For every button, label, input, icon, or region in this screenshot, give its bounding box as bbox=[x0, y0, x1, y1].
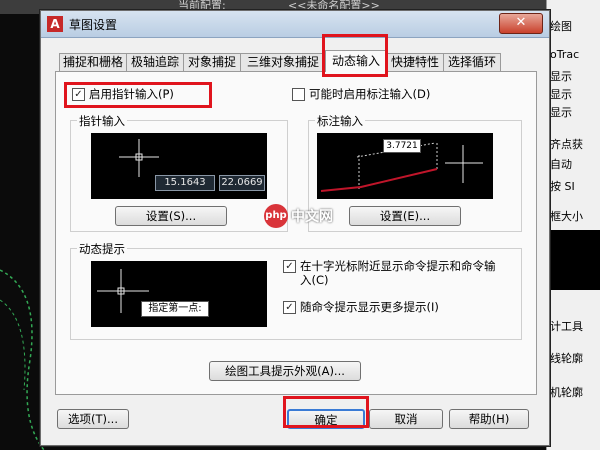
bg-item-11: 机轮廓 bbox=[550, 386, 583, 399]
enable-pointer-input-label: 启用指针输入(P) bbox=[89, 87, 174, 101]
bg-item-2: 显示 bbox=[550, 70, 572, 83]
drafting-settings-dialog: A 草图设置 ✕ 捕捉和栅格 极轴追踪 对象捕捉 三维对象捕捉 动态输入 快捷特… bbox=[40, 10, 550, 446]
autocad-icon: A bbox=[47, 16, 63, 32]
dynamic-input-panel: ✓ 启用指针输入(P) 可能时启用标注输入(D) 指针输入 15.1643 22… bbox=[55, 71, 537, 395]
show-near-crosshair-checkbox[interactable]: ✓ 在十字光标附近显示命令提示和命令输入(C) bbox=[283, 259, 503, 287]
options-button[interactable]: 选项(T)... bbox=[57, 409, 129, 429]
close-icon: ✕ bbox=[515, 15, 527, 30]
prompt-crosshair-icon bbox=[97, 269, 149, 313]
bg-item-5: 齐点获 bbox=[550, 138, 583, 151]
pointer-x-value: 15.1643 bbox=[155, 175, 215, 191]
background-options-panel: 绘图 oTrac 显示 显示 显示 齐点获 自动 按 SI 框大小 计工具 线轮… bbox=[546, 0, 600, 450]
bg-item-1: oTrac bbox=[550, 48, 580, 61]
dimension-input-preview: 3.7721 bbox=[317, 133, 493, 199]
pointer-y-value: 22.0669 bbox=[219, 175, 265, 191]
cancel-button[interactable]: 取消 bbox=[369, 409, 443, 429]
dynamic-prompts-legend: 动态提示 bbox=[77, 241, 127, 257]
bg-item-9: 计工具 bbox=[550, 320, 583, 333]
bg-item-4: 显示 bbox=[550, 106, 572, 119]
bg-item-10: 线轮廓 bbox=[550, 352, 583, 365]
checkbox-checked-icon: ✓ bbox=[283, 260, 296, 273]
enable-pointer-input-checkbox[interactable]: ✓ 启用指针输入(P) bbox=[72, 86, 174, 102]
enable-dimension-input-checkbox[interactable]: 可能时启用标注输入(D) bbox=[292, 86, 430, 102]
dimension-value: 3.7721 bbox=[383, 139, 421, 153]
enable-dimension-input-label: 可能时启用标注输入(D) bbox=[309, 87, 431, 101]
pointer-input-group: 指针输入 15.1643 22.0669 设置(S)... bbox=[70, 113, 288, 232]
pointer-input-preview: 15.1643 22.0669 bbox=[91, 133, 267, 199]
checkbox-checked-icon: ✓ bbox=[72, 87, 85, 101]
tab-quick-properties[interactable]: 快捷特性 bbox=[386, 53, 444, 71]
bg-item-7: 按 SI bbox=[550, 180, 575, 193]
help-button[interactable]: 帮助(H) bbox=[449, 409, 529, 429]
tab-selection-cycling[interactable]: 选择循环 bbox=[443, 53, 501, 71]
checkbox-unchecked-icon bbox=[292, 87, 305, 101]
dynamic-prompts-group: 动态提示 指定第一点: ✓ 在十字光标附近显示命令提示和命令输入(C) ✓ 随命… bbox=[70, 241, 522, 340]
tab-object-snap[interactable]: 对象捕捉 bbox=[183, 53, 241, 71]
tab-snap-grid[interactable]: 捕捉和栅格 bbox=[59, 53, 127, 71]
tooltip-appearance-button[interactable]: 绘图工具提示外观(A)... bbox=[209, 361, 361, 381]
pointer-settings-button[interactable]: 设置(S)... bbox=[115, 206, 227, 226]
dimension-input-group: 标注输入 3.7721 设置(E)... bbox=[308, 113, 522, 232]
dialog-titlebar[interactable]: A 草图设置 ✕ bbox=[41, 11, 549, 38]
show-more-prompts-label: 随命令提示显示更多提示(I) bbox=[300, 300, 439, 314]
bg-preview bbox=[547, 230, 600, 290]
close-button[interactable]: ✕ bbox=[499, 13, 543, 34]
show-near-crosshair-label: 在十字光标附近显示命令提示和命令输入(C) bbox=[300, 259, 496, 287]
php-logo-icon: php bbox=[264, 204, 288, 228]
prompt-text: 指定第一点: bbox=[141, 301, 209, 317]
bg-item-6: 自动 bbox=[550, 158, 572, 171]
show-more-prompts-checkbox[interactable]: ✓ 随命令提示显示更多提示(I) bbox=[283, 299, 439, 315]
dialog-title: 草图设置 bbox=[69, 18, 118, 32]
bg-item-8: 框大小 bbox=[550, 210, 583, 223]
bg-item-0: 绘图 bbox=[550, 20, 572, 33]
tab-polar-tracking[interactable]: 极轴追踪 bbox=[126, 53, 184, 71]
checkbox-checked-icon: ✓ bbox=[283, 300, 296, 314]
watermark-text: 中文网 bbox=[291, 209, 333, 225]
php-watermark: php 中文网 bbox=[264, 204, 333, 228]
dynamic-prompts-preview: 指定第一点: bbox=[91, 261, 267, 327]
bg-item-3: 显示 bbox=[550, 88, 572, 101]
tab-3d-object-snap[interactable]: 三维对象捕捉 bbox=[240, 53, 326, 71]
dimension-input-legend: 标注输入 bbox=[315, 113, 365, 129]
ok-button[interactable]: 确定 bbox=[287, 409, 365, 429]
tab-dynamic-input[interactable]: 动态输入 bbox=[325, 50, 387, 72]
pointer-input-legend: 指针输入 bbox=[77, 113, 127, 129]
dimension-settings-button[interactable]: 设置(E)... bbox=[349, 206, 461, 226]
